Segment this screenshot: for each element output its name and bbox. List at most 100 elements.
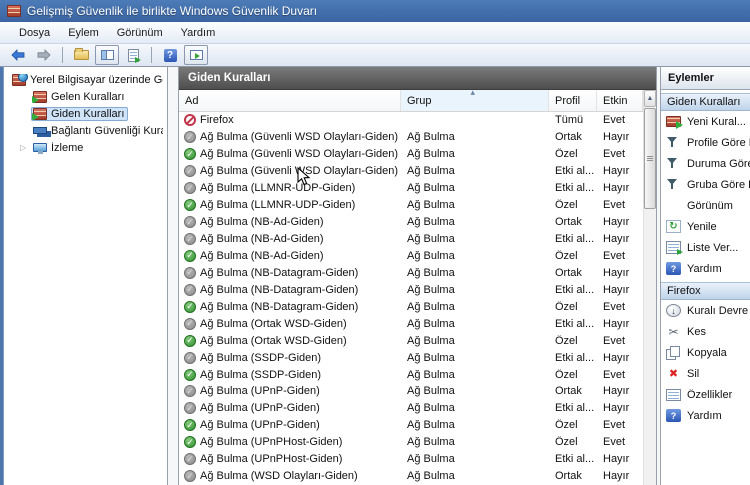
table-row[interactable]: Ağ Bulma (NB-Ad-Giden) Ağ Bulma Etki al...… [179,231,643,248]
action-item[interactable]: Yardım [661,258,750,279]
table-row[interactable]: Ağ Bulma (SSDP-Giden) Ağ Bulma Özel Evet [179,366,643,383]
rule-enabled-cell: Hayır [603,402,630,415]
rule-name-cell: Ağ Bulma (NB-Ad-Giden) [179,233,401,246]
export-list-button[interactable] [121,45,145,65]
action-item[interactable]: Kes [661,321,750,342]
filter-icon [666,157,681,170]
rule-disabled-icon [184,470,196,483]
rule-disabled-icon [184,165,196,178]
table-row[interactable]: Ağ Bulma (Güvenli WSD Olayları-Giden) Ağ … [179,146,643,163]
menu-item-0[interactable]: Dosya [10,25,59,41]
rule-name-cell: Ağ Bulma (Güvenli WSD Olayları-Giden) [179,148,401,161]
table-row[interactable]: Ağ Bulma (LLMNR-UDP-Giden) Ağ Bulma Özel Ev… [179,197,643,214]
rule-profile-cell: Etki al... [555,317,595,330]
tree-item-label: Giden Kuralları [51,107,125,120]
table-row[interactable]: Ağ Bulma (UPnP-Giden) Ağ Bulma Ortak Hayır [179,383,643,400]
rule-group-cell: Ağ Bulma [407,233,455,246]
action-item[interactable]: Kuralı Devre Dışı Bırak [661,300,750,321]
menu-item-2[interactable]: Görünüm [108,25,172,41]
vertical-scrollbar[interactable] [643,90,656,485]
action-pane-toggle-button[interactable] [184,45,208,65]
table-row[interactable]: Ağ Bulma (NB-Ad-Giden) Ağ Bulma Ortak Hayır [179,214,643,231]
rule-profile-cell: Özel [555,368,578,381]
console-tree-toggle-button[interactable] [95,45,119,65]
tree-item-connection-security-rules[interactable]: Bağlantı Güvenliği Kuralları [4,122,167,139]
action-section-header[interactable]: Giden Kuralları [661,93,750,111]
action-item[interactable]: Yeni Kural... [661,111,750,132]
table-row[interactable]: Ağ Bulma (NB-Datagram-Giden) Ağ Bulma Etki… [179,281,643,298]
expander-icon[interactable] [20,142,31,153]
rule-enabled-icon [184,436,196,449]
column-label: Etkin [603,94,628,107]
action-item[interactable]: Sil [661,363,750,384]
tree-item-label: Gelen Kuralları [51,90,125,103]
action-item[interactable]: Gruba Göre Filtre Uygula [661,174,750,195]
table-row[interactable]: Ağ Bulma (Güvenli WSD Olayları-Giden) Ağ … [179,129,643,146]
action-item[interactable]: Duruma Göre Filtre Uygula [661,153,750,174]
table-row[interactable]: Ağ Bulma (UPnPHost-Giden) Ağ Bulma Etki al… [179,451,643,468]
rule-name: Ağ Bulma (NB-Datagram-Giden) [200,283,359,296]
table-row[interactable]: Ağ Bulma (NB-Ad-Giden) Ağ Bulma Özel Evet [179,248,643,265]
table-row[interactable]: Ağ Bulma (LLMNR-UDP-Giden) Ağ Bulma Etki a… [179,180,643,197]
rule-disabled-icon [184,351,196,364]
tree-item-inbound-rules[interactable]: Gelen Kuralları [4,88,167,105]
rule-name-cell: Ağ Bulma (UPnP-Giden) [179,402,401,415]
rule-enabled-icon [184,334,196,347]
actions-body: Giden Kuralları Yeni Kural... Profile Göre… [661,93,750,426]
table-row[interactable]: Ağ Bulma (UPnP-Giden) Ağ Bulma Etki al... H… [179,400,643,417]
table-row[interactable]: Ağ Bulma (NB-Datagram-Giden) Ağ Bulma Özel… [179,298,643,315]
table-row[interactable]: Ağ Bulma (WSD Olayları-Giden) Ağ Bulma Ort… [179,468,643,485]
rule-group-cell: Ağ Bulma [407,351,455,364]
tree-item-label: Bağlantı Güvenliği Kuralları [51,124,163,137]
table-row[interactable]: Firefox Tümü Evet [179,112,643,129]
back-button[interactable] [6,45,30,65]
column-header-ad[interactable]: Ad [179,90,401,111]
rule-profile-cell: Etki al... [555,453,595,466]
tree-item-outbound-rules[interactable]: Giden Kuralları [4,105,167,122]
rule-profile-cell: Özel [555,199,578,212]
column-header-etkin[interactable]: Etkin [597,90,643,111]
export-list-icon [666,241,683,255]
table-row[interactable]: Ağ Bulma (Güvenli WSD Olayları-Giden) Ağ … [179,163,643,180]
action-item[interactable]: Özellikler [661,384,750,405]
column-header-grup[interactable]: Grup [401,90,549,111]
help-icon [666,409,681,422]
action-item[interactable]: Görünüm [661,195,750,216]
table-row[interactable]: Ağ Bulma (SSDP-Giden) Ağ Bulma Etki al... H… [179,349,643,366]
menu-item-3[interactable]: Yardım [172,25,225,41]
rule-name: Ağ Bulma (NB-Ad-Giden) [200,233,324,246]
table-row[interactable]: Ağ Bulma (NB-Datagram-Giden) Ağ Bulma Orta… [179,264,643,281]
tree-item-monitoring[interactable]: İzleme [4,139,167,156]
table-row[interactable]: Ağ Bulma (Ortak WSD-Giden) Ağ Bulma Etki a… [179,315,643,332]
firewall-app-icon [7,5,21,17]
tree-item-root[interactable]: Yerel Bilgisayar üzerinde Gelişmiş Güven… [4,71,167,88]
help-button[interactable]: ? [158,45,182,65]
up-one-level-button[interactable] [69,45,93,65]
action-item[interactable]: Profile Göre Filtre Uygula [661,132,750,153]
table-row[interactable]: Ağ Bulma (UPnPHost-Giden) Ağ Bulma Özel Eve… [179,434,643,451]
rule-group-cell: Ağ Bulma [407,470,455,483]
action-item[interactable]: Kopyala [661,342,750,363]
scroll-up-button[interactable] [644,90,656,107]
table-row[interactable]: Ağ Bulma (UPnP-Giden) Ağ Bulma Özel Evet [179,417,643,434]
table-row[interactable]: Ağ Bulma (Ortak WSD-Giden) Ağ Bulma Özel Ev… [179,332,643,349]
filter-icon [666,178,681,191]
scrollbar-thumb[interactable] [644,108,656,209]
rule-group-cell: Ağ Bulma [407,199,455,212]
action-item-label: Görünüm [687,199,733,212]
action-item[interactable]: Yardım [661,405,750,426]
tree-item-content: Yerel Bilgisayar üzerinde Gelişmiş Güven… [10,73,167,87]
action-item[interactable]: Yenile [661,216,750,237]
menu-item-1[interactable]: Eylem [59,25,108,41]
rule-name: Ağ Bulma (UPnP-Giden) [200,385,320,398]
rule-name-cell: Ağ Bulma (NB-Datagram-Giden) [179,300,401,313]
rule-enabled-cell: Hayır [603,216,630,229]
column-header-profil[interactable]: Profil [549,90,597,111]
action-item-label: Duruma Göre Filtre Uygula [687,157,750,170]
action-item-label: Kopyala [687,346,727,359]
rule-enabled-cell: Hayır [603,470,630,483]
action-section-header[interactable]: Firefox [661,282,750,300]
action-item[interactable]: Liste Ver... [661,237,750,258]
cut-icon [666,325,681,338]
forward-button[interactable] [32,45,56,65]
